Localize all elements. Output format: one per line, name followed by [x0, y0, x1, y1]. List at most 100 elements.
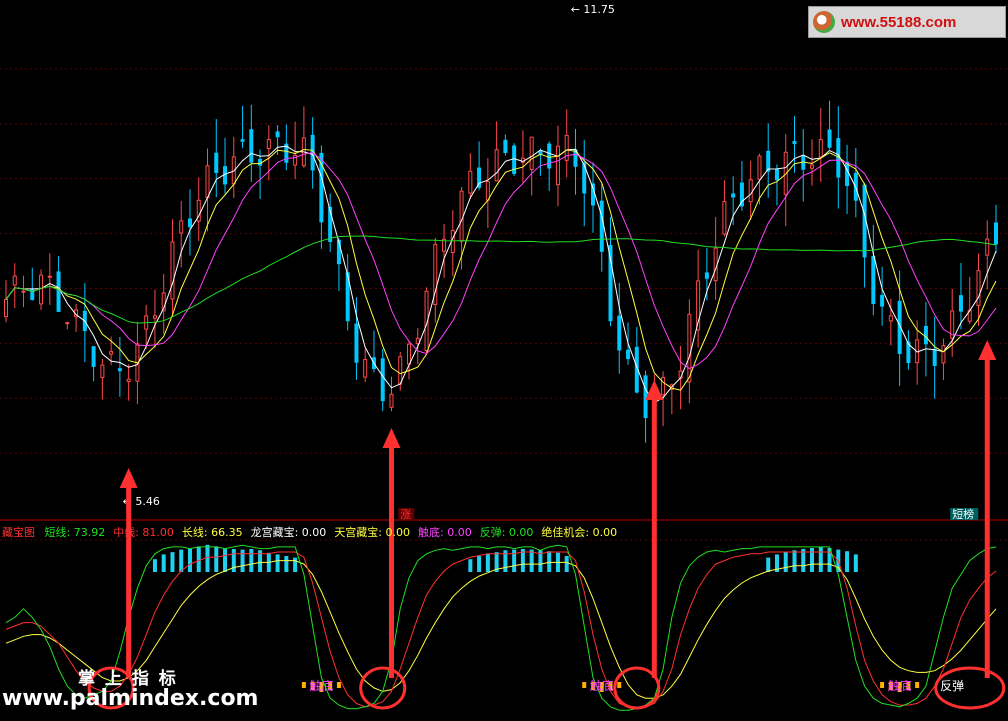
- indicator-bar: [205, 544, 210, 572]
- indicator-bar: [468, 559, 473, 572]
- indicator-readout: 短线: 73.92: [44, 526, 106, 539]
- indicator-bar: [783, 552, 788, 572]
- candle-body: [21, 290, 26, 293]
- candle-body: [380, 358, 385, 402]
- candle-body: [976, 270, 981, 306]
- candle-body: [468, 170, 473, 194]
- indicator-bar: [529, 549, 534, 572]
- candle-body: [179, 220, 184, 234]
- chart-stage: ← 11.75← 5.46涨短榜财触底触底触底反弹 www.55188.com …: [0, 0, 1008, 721]
- indicator-bar: [275, 554, 280, 572]
- indicator-bar: [240, 549, 245, 572]
- candle-body: [985, 238, 990, 256]
- highlight-arrow-head: [382, 428, 401, 448]
- indicator-bar: [477, 556, 482, 572]
- indicator-readout-bar: 藏宝图 短线: 73.92 中线: 81.00 长线: 66.35 龙宫藏宝: 0.0…: [2, 524, 625, 539]
- candle-body: [774, 168, 779, 181]
- indicator-bar: [196, 546, 201, 572]
- indicator-bar: [161, 554, 166, 572]
- candle-body: [109, 351, 114, 355]
- indicator-readout: 龙宫藏宝: 0.00: [250, 526, 327, 539]
- indicator-readout: 绝佳机会: 0.00: [541, 526, 618, 539]
- signal-marker-label: 短榜: [952, 507, 974, 521]
- price-high-label: ← 11.75: [571, 3, 615, 16]
- candle-body: [818, 139, 823, 158]
- candle-body: [845, 161, 850, 186]
- candle-body: [117, 368, 122, 372]
- candle-body: [555, 145, 560, 186]
- bottom-watermark: www.palmindex.com: [2, 686, 259, 711]
- candle-body: [4, 298, 8, 318]
- candle-body: [626, 349, 631, 360]
- indicator-annotation: 反弹: [940, 679, 964, 693]
- candle-body: [958, 295, 963, 312]
- indicator-readout: 长线: 66.35: [181, 526, 243, 539]
- indicator-bar: [845, 551, 850, 572]
- candle-body: [932, 348, 937, 366]
- indicator-bar: [187, 548, 192, 572]
- candle-body: [12, 275, 17, 286]
- candle-body: [187, 218, 192, 228]
- candle-body: [389, 393, 394, 408]
- candle-body: [810, 164, 815, 169]
- indicator-bar: [512, 549, 517, 572]
- candle-body: [354, 323, 359, 363]
- candle-body: [599, 200, 604, 252]
- candle-body: [923, 325, 928, 345]
- candle-body: [407, 343, 412, 365]
- candle-body: [704, 272, 709, 279]
- candle-body: [249, 129, 254, 163]
- indicator-bar: [766, 557, 771, 572]
- indicator-bar: [170, 552, 175, 572]
- candle-body: [661, 377, 666, 396]
- candle-body: [687, 313, 692, 383]
- candle-body: [757, 155, 762, 180]
- indicator-bar: [214, 546, 219, 572]
- indicator-bar: [853, 554, 858, 572]
- candle-body: [275, 131, 280, 138]
- candle-body: [258, 158, 263, 166]
- candle-body: [240, 139, 245, 142]
- candle-body: [722, 201, 727, 235]
- candle-body: [643, 375, 648, 419]
- stock-chart: ← 11.75← 5.46涨短榜财触底触底触底反弹: [0, 3, 1008, 711]
- logo-site-text: www.55188.com: [841, 13, 957, 31]
- indicator-bar: [293, 557, 298, 572]
- candle-body: [398, 356, 403, 385]
- indicator-bar: [547, 551, 552, 572]
- candle-body: [888, 315, 893, 322]
- bottom-signal-bar: [617, 682, 622, 688]
- bottom-signal-bar: [301, 682, 306, 688]
- indicator-annotation: 触底: [309, 678, 333, 693]
- highlight-arrow-head: [119, 468, 138, 488]
- candle-body: [827, 129, 832, 148]
- candle-body: [485, 181, 490, 201]
- signal-marker-label: 涨: [400, 508, 411, 521]
- indicator-bar: [818, 547, 823, 572]
- candle-body: [766, 150, 771, 172]
- candle-body: [459, 190, 464, 242]
- candle-body: [65, 322, 70, 325]
- bottom-signal-bar: [336, 682, 341, 688]
- candle-body: [941, 345, 946, 364]
- indicator-readout: 中线: 81.00: [113, 526, 174, 539]
- candle-body: [56, 271, 61, 312]
- candle-body: [170, 241, 175, 300]
- candle-body: [47, 275, 52, 278]
- candle-body: [205, 165, 210, 199]
- indicator-bar: [223, 548, 228, 572]
- indicator-bar: [179, 549, 184, 572]
- candle-body: [363, 358, 368, 378]
- candle-body: [152, 315, 157, 319]
- candle-body: [880, 294, 885, 307]
- candle-body: [994, 222, 998, 245]
- indicator-annotation: 触底: [590, 678, 614, 693]
- candle-body: [748, 179, 753, 203]
- indicator-bar: [564, 556, 569, 572]
- candle-body: [39, 274, 44, 305]
- candle-body: [792, 140, 797, 145]
- candle-body: [871, 256, 876, 305]
- bottom-signal-bar: [582, 682, 587, 688]
- indicator-readout: 触底: 0.00: [418, 526, 472, 539]
- bottom-signal-bar: [915, 682, 920, 688]
